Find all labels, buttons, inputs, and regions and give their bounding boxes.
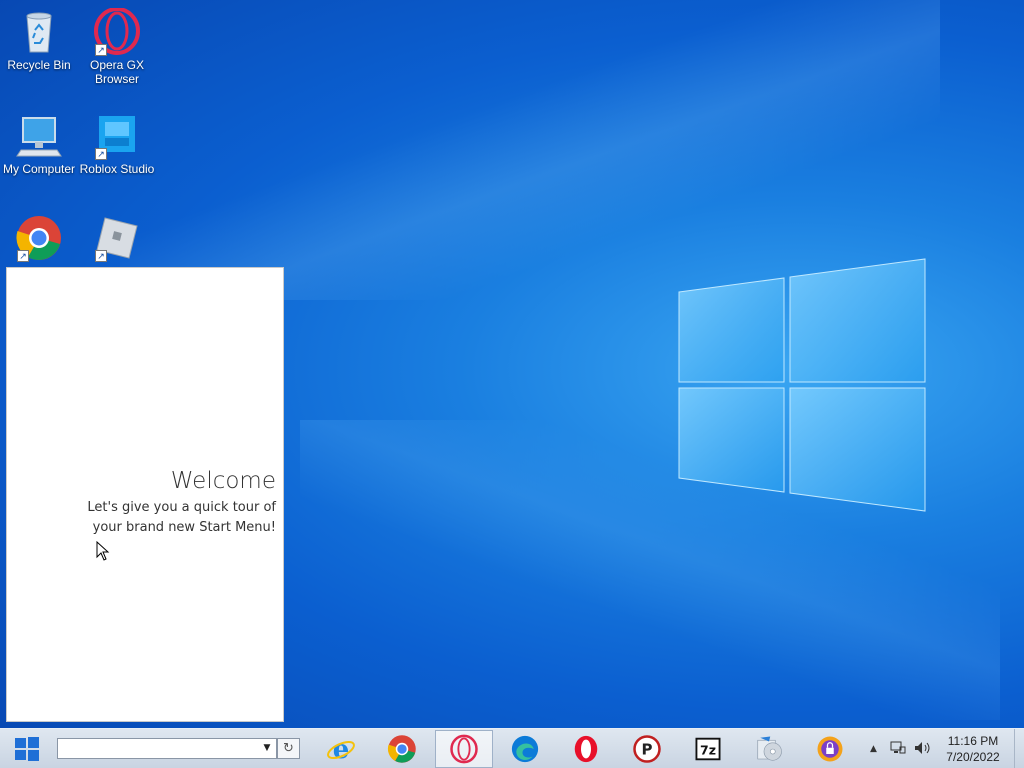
desktop-icon-recycle-bin[interactable]: Recycle Bin	[0, 8, 78, 72]
svg-text:e: e	[333, 735, 350, 764]
chrome-icon: ↗	[15, 214, 63, 262]
computer-icon	[15, 112, 63, 160]
taskbar-clock[interactable]: 11:16 PM 7/20/2022	[940, 733, 1006, 765]
start-button[interactable]	[0, 729, 54, 768]
internet-explorer-icon: e	[327, 735, 355, 764]
start-menu-welcome-panel[interactable]: Welcome Let's give you a quick tour of y…	[6, 267, 284, 722]
welcome-title: Welcome	[170, 468, 276, 494]
taskbar-app-edge[interactable]	[496, 730, 554, 768]
shortcut-arrow-icon: ↗	[95, 44, 107, 56]
desktop-icon-label: My Computer	[2, 162, 76, 176]
taskbar-app-chrome[interactable]	[373, 730, 431, 768]
refresh-button[interactable]: ↻	[277, 738, 300, 759]
windows-start-icon	[15, 737, 39, 761]
disc-icon	[757, 736, 782, 761]
show-hidden-icons-icon[interactable]: ▲	[870, 744, 877, 754]
desktop-icon-label: Recycle Bin	[7, 58, 71, 72]
lock-icon	[817, 736, 843, 762]
recycle-bin-icon	[15, 8, 63, 56]
desktop-icon-label: Roblox Studio	[79, 162, 155, 176]
taskbar-app-opera-gx[interactable]	[435, 730, 493, 768]
p-app-icon: P	[633, 735, 661, 763]
shortcut-arrow-icon: ↗	[95, 250, 107, 262]
taskbar-app-disc-tool[interactable]	[740, 730, 798, 768]
refresh-icon: ↻	[283, 741, 294, 756]
chrome-icon	[387, 735, 416, 763]
roblox-icon: ↗	[93, 214, 141, 262]
edge-icon	[511, 735, 539, 763]
7zip-icon: 7z	[695, 737, 721, 761]
desktop-icon-chrome[interactable]: ↗	[0, 214, 78, 264]
shortcut-arrow-icon: ↗	[17, 250, 29, 262]
desktop-icon-label: Opera GX Browser	[89, 58, 145, 86]
taskbar-app-7zip[interactable]: 7z	[679, 730, 737, 768]
show-desktop-button[interactable]	[1014, 729, 1024, 768]
desktop-icon-my-computer[interactable]: My Computer	[0, 112, 78, 176]
opera-icon	[574, 735, 598, 763]
roblox-studio-icon: ↗	[93, 112, 141, 160]
clock-date: 7/20/2022	[946, 750, 1000, 764]
shortcut-arrow-icon: ↗	[95, 148, 107, 160]
svg-text:P: P	[642, 741, 653, 759]
network-icon[interactable]	[890, 741, 906, 758]
volume-icon[interactable]	[914, 741, 932, 758]
address-input[interactable]	[58, 739, 258, 758]
address-bar: ▼	[57, 738, 277, 759]
opera-gx-icon	[450, 734, 478, 764]
svg-text:7z: 7z	[700, 743, 716, 758]
desktop-icon-roblox[interactable]: ↗	[78, 214, 156, 264]
taskbar-app-internet-explorer[interactable]: e	[312, 730, 370, 768]
clock-time: 11:16 PM	[947, 734, 999, 748]
desktop-icon-roblox-studio[interactable]: ↗ Roblox Studio	[78, 112, 156, 176]
welcome-subtitle: Let's give you a quick tour of your bran…	[87, 500, 276, 535]
taskbar: ▼ ↻ e P 7z ▲ 11:16 PM 7/20/2022	[0, 728, 1024, 768]
dropdown-arrow-icon[interactable]: ▼	[260, 741, 274, 756]
taskbar-app-vpn[interactable]	[801, 730, 859, 768]
opera-gx-icon: ↗	[93, 7, 141, 56]
mouse-cursor-icon	[96, 540, 110, 561]
windows-logo-wallpaper	[676, 256, 928, 514]
taskbar-app-opera[interactable]	[557, 730, 615, 768]
desktop-icon-opera-gx[interactable]: ↗ Opera GX Browser	[78, 7, 156, 86]
taskbar-app-p[interactable]: P	[618, 730, 676, 768]
wallpaper-light-beam	[120, 0, 940, 300]
